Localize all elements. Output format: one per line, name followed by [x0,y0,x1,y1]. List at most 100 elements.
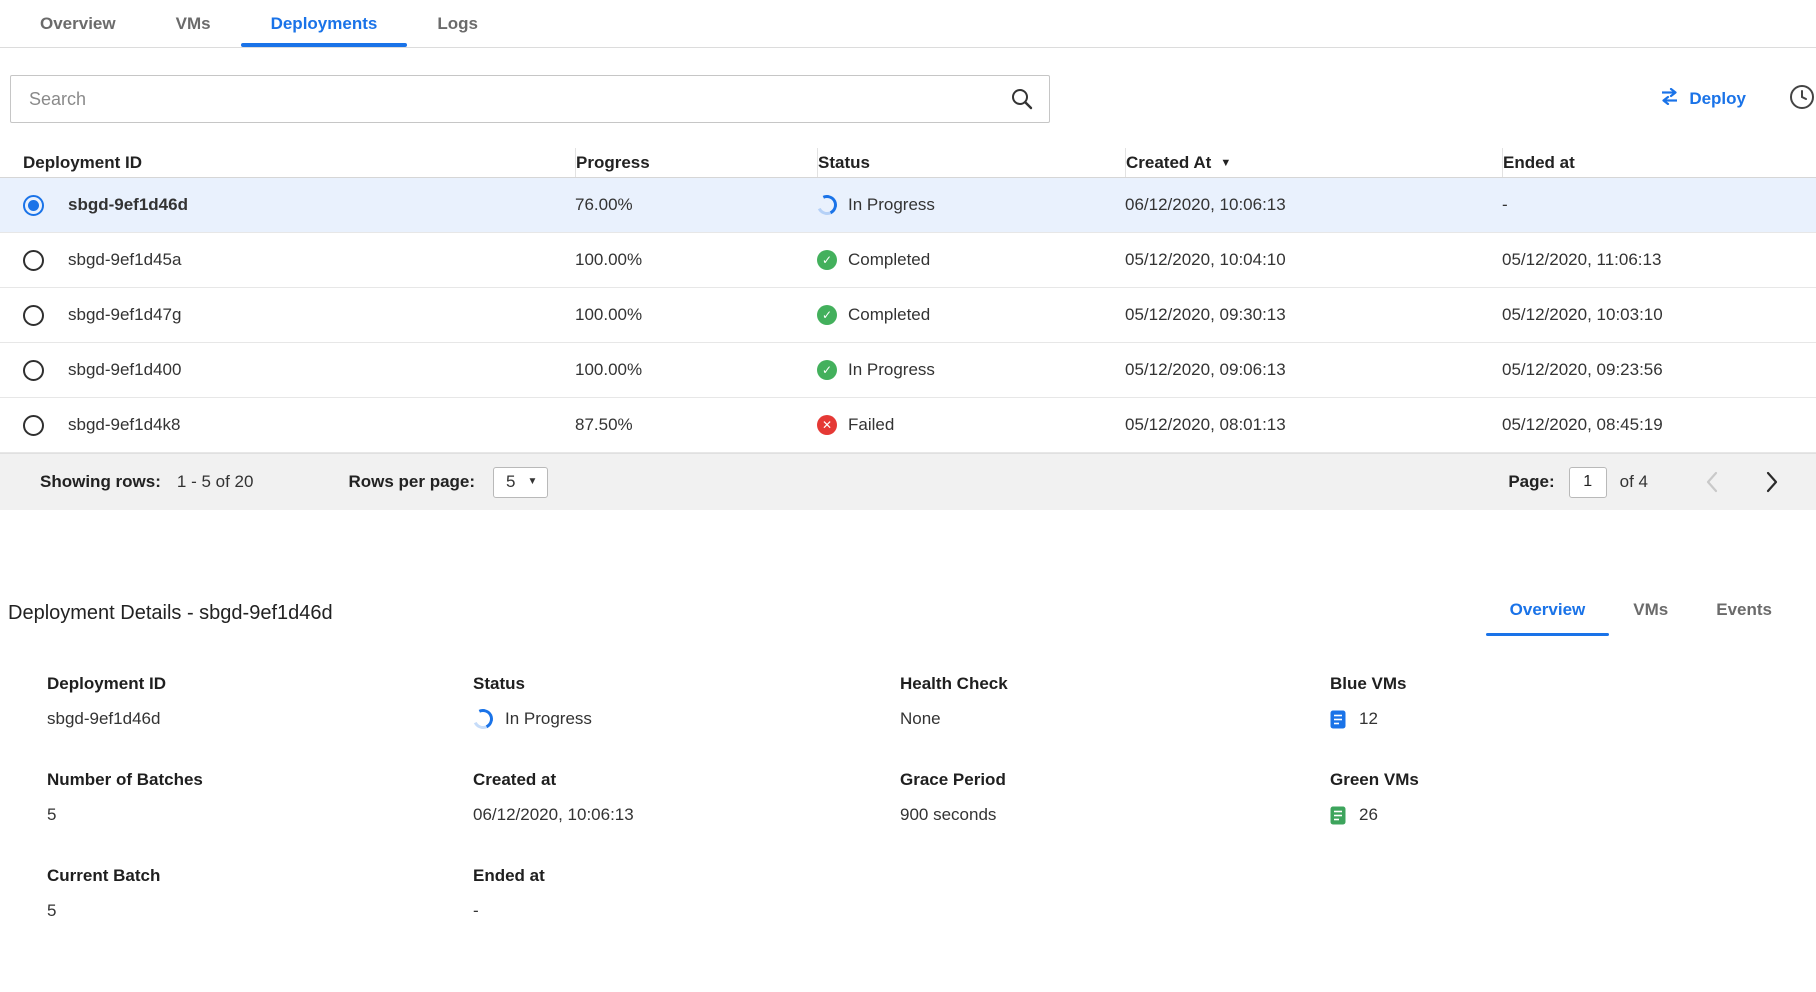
details-title: Deployment Details - sbgd-9ef1d46d [8,602,333,625]
page-total: of 4 [1620,472,1648,492]
history-icon[interactable] [1788,83,1816,116]
swap-arrows-icon [1659,88,1680,110]
column-header-progress[interactable]: Progress [575,148,817,177]
created-at-value: 05/12/2020, 10:04:10 [1125,250,1502,270]
created-at-value: 06/12/2020, 10:06:13 [1125,195,1502,215]
green-vm-icon [1330,806,1346,825]
field-value: 06/12/2020, 10:06:13 [473,805,900,825]
progress-value: 87.50% [575,415,817,435]
ended-at-value: 05/12/2020, 10:03:10 [1502,305,1816,325]
details-tab-bar: Overview VMs Events [1486,590,1796,636]
status-icon: ✓✕ [817,250,837,270]
tab-label: VMs [176,14,211,34]
status-icon: ✓✕ [817,415,837,435]
previous-page-icon[interactable] [1706,471,1718,493]
ended-at-value: 05/12/2020, 08:45:19 [1502,415,1816,435]
ended-at-value: 05/12/2020, 09:23:56 [1502,360,1816,380]
table-header: Deployment ID Progress Status Created At… [0,148,1816,178]
showing-rows-value: 1 - 5 of 20 [177,472,254,492]
table-footer: Showing rows: 1 - 5 of 20 Rows per page:… [0,453,1816,510]
radio-button[interactable] [23,415,44,436]
field-value: 12 [1359,709,1378,729]
field-label: Health Check [900,674,1330,694]
created-at-value: 05/12/2020, 08:01:13 [1125,415,1502,435]
status-label: Failed [848,415,894,435]
sort-desc-icon[interactable]: ▼ [1220,157,1231,169]
table-row[interactable]: sbgd-9ef1d400 100.00% ✓✕In Progress 05/1… [0,343,1816,398]
table-row[interactable]: sbgd-9ef1d4k8 87.50% ✓✕ Failed 05/12/2020… [0,398,1816,453]
deployment-id: sbgd-9ef1d4k8 [68,415,180,435]
deploy-button[interactable]: Deploy [1659,88,1746,110]
field-value: None [900,709,1330,729]
table-row[interactable]: sbgd-9ef1d45a 100.00% ✓✕Completed 05/12/… [0,233,1816,288]
status-icon: ✓✕ [817,305,837,325]
field-ended-at: Ended at - [473,866,900,921]
field-label: Deployment ID [47,674,473,694]
radio-button[interactable] [23,360,44,381]
deployment-id: sbgd-9ef1d46d [68,195,188,215]
details-tab-events[interactable]: Events [1692,590,1796,636]
status-label: In Progress [848,360,935,380]
table-row[interactable]: sbgd-9ef1d46d 76.00% ✓✕In Progress 06/12… [0,178,1816,233]
ended-at-value: - [1502,195,1816,215]
field-blue-vms: Blue VMs 12 [1330,674,1816,729]
field-label: Number of Batches [47,770,473,790]
column-header-status[interactable]: Status [817,148,1125,177]
field-deployment-id: Deployment ID sbgd-9ef1d46d [47,674,473,729]
field-value: 5 [47,901,473,921]
field-grace-period: Grace Period 900 seconds [900,770,1330,825]
field-label: Current Batch [47,866,473,886]
field-label: Blue VMs [1330,674,1816,694]
showing-rows-label: Showing rows: [40,472,161,492]
rows-per-page-value: 5 [506,472,515,492]
radio-button[interactable] [23,305,44,326]
deployment-id: sbgd-9ef1d45a [68,250,181,270]
status-icon: ✓✕ [817,360,837,380]
tab-overview[interactable]: Overview [10,0,146,47]
progress-value: 76.00% [575,195,817,215]
tab-vms[interactable]: VMs [146,0,241,47]
deploy-button-label: Deploy [1689,89,1746,109]
tab-label: Logs [437,14,478,34]
column-header-deployment-id[interactable]: Deployment ID [23,148,575,177]
field-value: 5 [47,805,473,825]
field-value: 900 seconds [900,805,1330,825]
field-status: Status ✓✕ In Progress [473,674,900,729]
table-row[interactable]: sbgd-9ef1d47g 100.00% ✓✕ Completed 05/12/… [0,288,1816,343]
field-value: sbgd-9ef1d46d [47,709,473,729]
progress-value: 100.00% [575,305,817,325]
search-icon[interactable] [1010,87,1034,116]
field-label: Status [473,674,900,694]
details-tab-overview[interactable]: Overview [1486,590,1610,636]
field-label: Created at [473,770,900,790]
field-label: Ended at [473,866,900,886]
page-label: Page: [1508,472,1554,492]
status-icon: ✓✕ [814,192,840,218]
status-label: Completed [848,250,930,270]
tab-logs[interactable]: Logs [407,0,508,47]
field-value: In Progress [505,709,592,729]
status-label: Completed [848,305,930,325]
column-header-ended-at[interactable]: Ended at [1502,148,1816,177]
column-header-created-at[interactable]: Created At▼ [1125,148,1502,177]
tab-deployments[interactable]: Deployments [241,0,408,47]
field-number-of-batches: Number of Batches 5 [47,770,473,825]
radio-button[interactable] [23,195,44,216]
blue-vm-icon [1330,710,1346,729]
page-input[interactable] [1569,467,1607,498]
field-health-check: Health Check None [900,674,1330,729]
deployment-details-section: Deployment Details - sbgd-9ef1d46d Overv… [0,590,1816,921]
search-input[interactable] [10,75,1050,123]
details-tab-vms[interactable]: VMs [1609,590,1692,636]
field-label: Green VMs [1330,770,1816,790]
toolbar: Deploy [0,75,1816,123]
deployment-id: sbgd-9ef1d47g [68,305,181,325]
rows-per-page-select[interactable]: 5 ▼ [493,467,548,498]
next-page-icon[interactable] [1766,471,1778,493]
tab-label: Deployments [271,14,378,34]
chevron-down-icon: ▼ [528,476,538,487]
tab-label: Overview [40,14,116,34]
details-grid: Deployment ID sbgd-9ef1d46d Status ✓✕ In… [0,674,1816,921]
created-at-value: 05/12/2020, 09:30:13 [1125,305,1502,325]
radio-button[interactable] [23,250,44,271]
